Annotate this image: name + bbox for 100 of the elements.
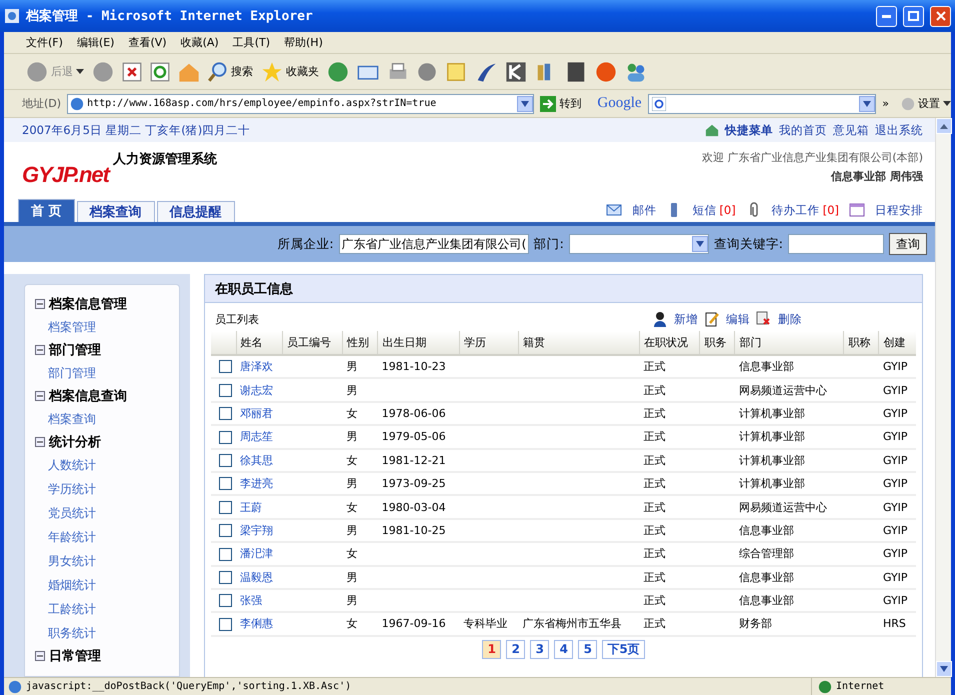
menu-item[interactable]: 编辑(E) [76,35,114,50]
employee-name-link[interactable]: 温毅恩 [240,570,273,584]
notice-link[interactable]: 待办工作 [0] [772,202,839,218]
employee-name-link[interactable]: 谢志宏 [240,384,273,397]
action-link[interactable]: 编辑 [726,311,750,327]
settings-button[interactable]: 设置 [901,96,951,111]
sidebar-item[interactable]: 人数统计 [35,453,179,477]
sidebar-section[interactable]: 档案信息管理 [35,293,179,315]
go-button[interactable]: 转到 [540,96,582,112]
sidebar-item[interactable]: 部门管理 [35,361,179,385]
page-button[interactable]: 4 [554,640,574,659]
sidebar-item[interactable]: 职务统计 [35,621,179,645]
sidebar-item[interactable]: 婚烟统计 [35,573,179,597]
employee-name-link[interactable]: 邓丽君 [240,406,273,420]
row-checkbox[interactable] [219,360,232,374]
row-checkbox[interactable] [219,407,232,420]
column-header[interactable]: 性别 [342,331,378,355]
search-button[interactable]: 搜索 [208,62,253,82]
collapse-icon[interactable] [35,299,45,309]
action-link[interactable]: 新增 [674,311,698,327]
dropdown-button[interactable] [859,96,876,112]
keyword-field[interactable] [788,234,884,254]
sidebar-item[interactable]: 学历统计 [35,477,179,501]
employee-name-link[interactable]: 王蔚 [240,500,262,514]
more-button[interactable]: » [882,97,889,110]
header-link[interactable]: 我的首页 [779,122,827,138]
row-checkbox[interactable] [219,430,232,444]
sidebar-item[interactable]: 工龄统计 [35,597,179,621]
page-button[interactable]: 2 [506,640,526,659]
scroll-down-icon[interactable] [936,661,952,677]
row-checkbox[interactable] [219,594,232,608]
company-field[interactable]: 广东省广业信息产业集团有限公司( [338,234,529,254]
menu-item[interactable]: 工具(T) [232,35,270,50]
header-link[interactable]: 退出系统 [875,122,923,138]
scrollbar[interactable] [935,118,951,677]
notice-link[interactable]: 短信 [0] [692,202,736,218]
employee-name-link[interactable]: 梁宇翔 [240,524,273,537]
employee-name-link[interactable]: 徐其思 [240,454,273,467]
sidebar-section[interactable]: 档案信息查询 [35,385,179,407]
menu-item[interactable]: 收藏(A) [180,35,219,50]
notice-link[interactable]: 邮件 [632,202,656,218]
header-link[interactable]: 意见箱 [833,122,869,138]
collapse-icon[interactable] [35,391,45,401]
nav-tab[interactable]: 档案查询 [76,201,155,222]
sidebar-item[interactable]: 年龄统计 [35,525,179,549]
employee-name-link[interactable]: 潘汜津 [240,547,273,560]
column-header[interactable]: 职称 [844,331,879,355]
employee-name-link[interactable]: 李俐惠 [240,617,273,630]
collapse-icon[interactable] [35,651,45,661]
employee-name-link[interactable]: 周志笙 [240,430,273,444]
column-header[interactable]: 部门 [734,331,844,355]
column-header[interactable]: 员工编号 [282,331,343,355]
address-field[interactable]: http://www.168asp.com/hrs/employee/empinfo.aspx?strIN=true [67,94,534,114]
page-button[interactable]: 1 [482,640,502,659]
page-button[interactable]: 5 [578,640,598,659]
row-checkbox[interactable] [219,454,232,467]
menu-item[interactable]: 查看(V) [128,35,167,50]
employee-name-link[interactable]: 张强 [240,594,262,608]
nav-tab[interactable]: 首 页 [18,199,75,222]
sidebar-item[interactable]: 党员统计 [35,501,179,525]
row-checkbox[interactable] [219,500,232,514]
minimize-button[interactable] [876,6,897,26]
row-checkbox[interactable] [219,618,232,631]
favorites-button[interactable]: 收藏夹 [261,60,319,82]
google-search-field[interactable] [648,94,876,114]
dropdown-button[interactable] [692,236,708,252]
column-header[interactable]: 职务 [700,331,735,355]
row-checkbox[interactable] [219,548,232,561]
employee-name-link[interactable]: 唐泽欢 [240,360,273,374]
maximize-button[interactable] [903,6,924,26]
notice-link[interactable]: 日程安排 [875,202,923,218]
scroll-up-icon[interactable] [936,118,952,134]
sidebar-item[interactable]: 男女统计 [35,549,179,573]
row-checkbox[interactable] [219,384,232,397]
row-checkbox[interactable] [219,570,232,584]
column-header[interactable]: 姓名 [236,331,282,355]
menu-item[interactable]: 文件(F) [26,35,63,50]
column-header[interactable]: 学历 [459,331,518,355]
close-button[interactable] [930,6,951,26]
row-checkbox[interactable] [219,524,232,538]
query-button[interactable]: 查询 [889,233,927,255]
quick-menu-link[interactable]: 快捷菜单 [725,122,773,138]
nav-tab[interactable]: 信息提醒 [156,201,235,222]
column-header[interactable]: 籍贯 [518,331,640,355]
sidebar-section[interactable]: 日常管理 [35,645,179,667]
sidebar-section[interactable]: 统计分析 [35,431,179,453]
sidebar-section[interactable]: 部门管理 [35,339,179,361]
menu-item[interactable]: 帮助(H) [284,35,323,50]
dropdown-button[interactable] [517,96,534,112]
page-button[interactable]: 下5页 [602,640,645,659]
collapse-icon[interactable] [35,437,45,447]
employee-name-link[interactable]: 李进亮 [240,477,273,490]
row-checkbox[interactable] [219,477,232,490]
page-button[interactable]: 3 [530,640,550,659]
action-link[interactable]: 删除 [778,311,802,327]
column-header[interactable]: 出生日期 [378,331,460,355]
column-header[interactable]: 在职状况 [640,331,700,355]
sidebar-item[interactable]: 档案管理 [35,315,179,339]
column-header[interactable]: 创建 [878,331,916,355]
sidebar-item[interactable]: 档案查询 [35,407,179,431]
